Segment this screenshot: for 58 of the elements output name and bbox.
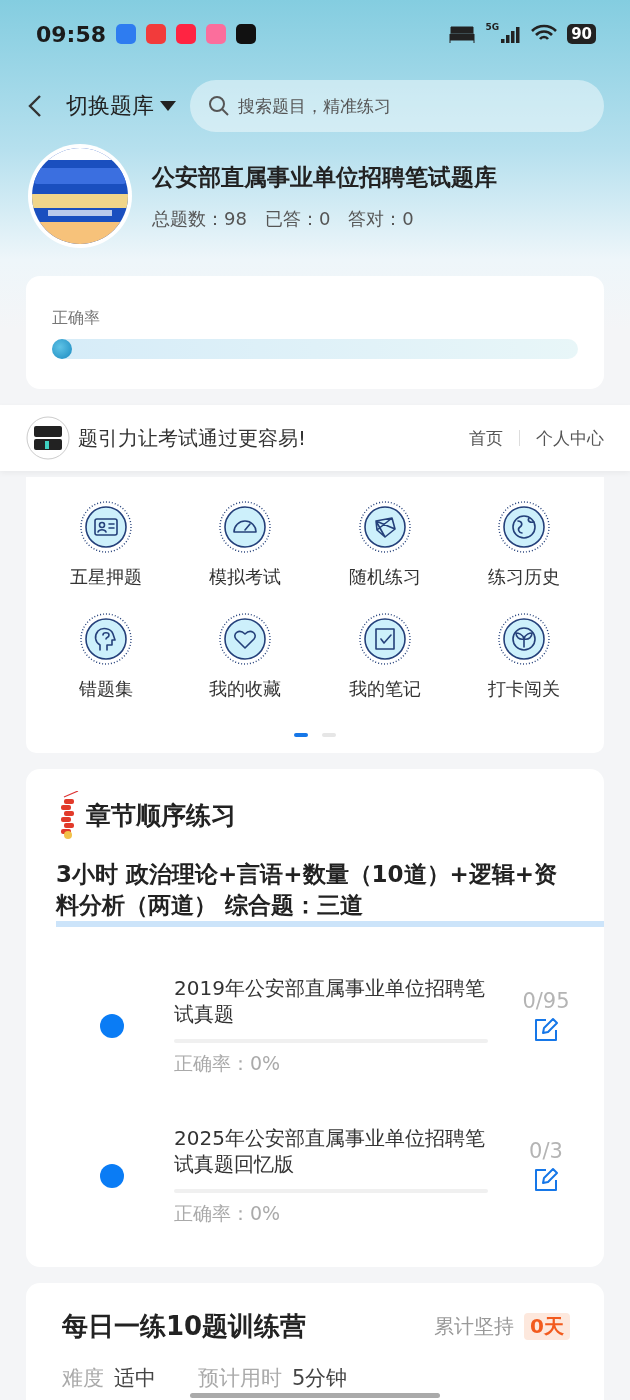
feature-item[interactable]: 打卡闯关	[454, 613, 594, 701]
feature-item[interactable]: 五星押题	[36, 501, 176, 589]
question-count: 0/3	[529, 1139, 563, 1163]
bank-title: 公安部直属事业单位招聘笔试题库	[152, 162, 497, 192]
status-time: 09:58	[36, 21, 107, 47]
bed-icon	[449, 25, 476, 43]
slogan: 题引力让考试通过更容易!	[78, 424, 308, 452]
feature-item[interactable]: 练习历史	[454, 501, 594, 589]
network-type: 5G	[485, 22, 500, 32]
nav-link[interactable]: 个人中心	[536, 426, 604, 450]
app-notification-icon	[116, 24, 137, 44]
feature-icon	[219, 501, 272, 553]
feature-icon	[79, 501, 132, 553]
streak-value: 0天	[524, 1313, 570, 1340]
feature-icon	[498, 613, 551, 665]
bullet-dot	[100, 1014, 124, 1038]
switch-bank-button[interactable]: 切换题库	[66, 91, 176, 121]
feature-icon	[498, 501, 551, 553]
feature-icon	[358, 501, 411, 553]
streak-label: 累计坚持	[434, 1313, 515, 1340]
bullet-dot	[100, 1164, 124, 1188]
difficulty-label: 难度	[62, 1365, 104, 1392]
signal-icon	[501, 25, 522, 43]
exam-accuracy: 正确率：0%	[174, 1201, 282, 1226]
brand-logo-icon	[26, 416, 70, 460]
feature-icon	[358, 613, 411, 665]
edit-button[interactable]	[533, 1017, 559, 1043]
app-notification-icon	[146, 24, 167, 44]
feature-icon	[219, 613, 272, 665]
feature-item[interactable]: 我的收藏	[175, 613, 315, 701]
bank-stat: 总题数：98	[152, 206, 247, 231]
bank-stat: 已答：0	[264, 206, 331, 231]
back-icon[interactable]	[28, 94, 42, 118]
app-notification-icon	[236, 24, 257, 44]
exam-accuracy: 正确率：0%	[174, 1051, 282, 1076]
feature-item[interactable]: 我的笔记	[315, 613, 455, 701]
chapter-subtitle: 3小时 政治理论+言语+数量（10道）+逻辑+资料分析（两道） 综合题：三道	[56, 859, 604, 927]
feature-icon	[79, 613, 132, 665]
app-notification-icon	[176, 24, 197, 44]
time-label: 预计用时	[198, 1365, 282, 1392]
exam-title[interactable]: 2025年公安部直属事业单位招聘笔试真题回忆版	[174, 1125, 488, 1177]
feature-item[interactable]: 模拟考试	[175, 501, 315, 589]
nav-link[interactable]: 首页	[469, 426, 503, 450]
bank-stat: 答对：0	[348, 206, 414, 231]
caret-icon	[160, 101, 176, 111]
difficulty-value: 适中	[114, 1365, 156, 1392]
time-value: 5分钟	[292, 1365, 348, 1392]
app-notification-icon	[206, 24, 227, 44]
feature-item[interactable]: 随机练习	[315, 501, 455, 589]
accuracy-label: 正确率	[52, 308, 101, 329]
question-count: 0/95	[522, 989, 570, 1013]
edit-button[interactable]	[533, 1167, 559, 1193]
search-icon	[208, 95, 230, 117]
chapter-title: 章节顺序练习	[86, 799, 236, 832]
feature-item[interactable]: 错题集	[36, 613, 176, 701]
exam-title[interactable]: 2019年公安部直属事业单位招聘笔试真题	[174, 975, 488, 1027]
daily-title: 每日一练10题训练营	[62, 1310, 308, 1343]
battery-level: 90	[567, 24, 596, 44]
